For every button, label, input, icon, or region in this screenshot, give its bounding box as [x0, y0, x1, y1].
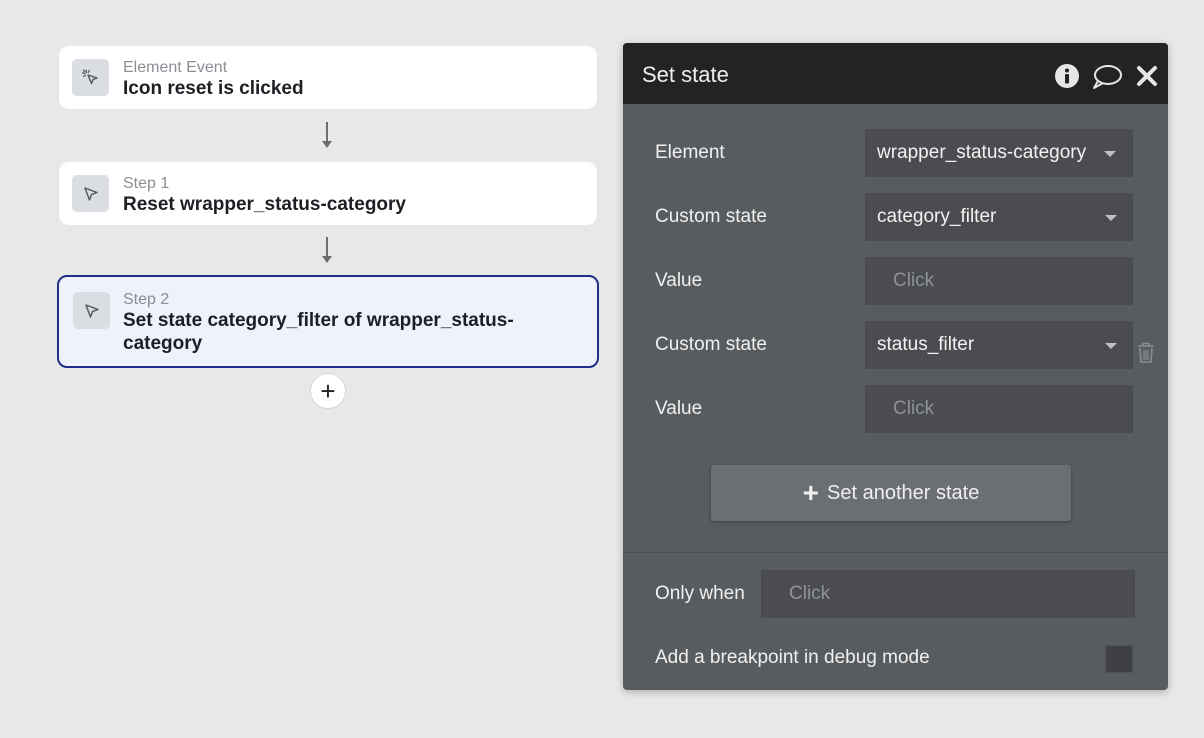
- set-another-state-label: Set another state: [827, 481, 980, 504]
- value-expression-1[interactable]: Click: [865, 257, 1133, 305]
- value-expression-2[interactable]: Click: [865, 385, 1133, 433]
- chevron-down-icon: [1105, 215, 1117, 221]
- set-state-panel: Set state Element wrapper_status-categor…: [623, 43, 1168, 690]
- only-when-expression[interactable]: Click: [761, 570, 1135, 618]
- plus-icon: +: [320, 376, 336, 406]
- step-2-kind-label: Step 2: [123, 291, 170, 308]
- chevron-down-icon: [1104, 151, 1116, 157]
- only-when-label: Only when: [655, 583, 745, 604]
- custom-state-label-1: Custom state: [655, 206, 767, 227]
- element-label: Element: [655, 142, 725, 163]
- event-title: Icon reset is clicked: [123, 78, 304, 99]
- element-dropdown-value: wrapper_status-category: [877, 142, 1087, 163]
- plus-icon: +: [802, 477, 820, 508]
- step-1-title: Reset wrapper_status-category: [123, 194, 406, 215]
- custom-state-dropdown-1-value: category_filter: [877, 206, 997, 227]
- cursor-click-icon: [72, 59, 109, 96]
- element-dropdown[interactable]: wrapper_status-category: [865, 129, 1133, 177]
- comment-icon[interactable]: [1091, 64, 1123, 90]
- breakpoint-checkbox[interactable]: [1105, 645, 1133, 673]
- trash-icon[interactable]: [1136, 341, 1156, 365]
- arrow-down-icon: [322, 122, 332, 148]
- only-when-text: Click: [789, 583, 831, 604]
- add-step-button[interactable]: +: [310, 373, 346, 409]
- event-card[interactable]: Element Event Icon reset is clicked: [59, 46, 597, 109]
- event-kind-label: Element Event: [123, 59, 228, 76]
- custom-state-dropdown-2[interactable]: status_filter: [865, 321, 1133, 369]
- step-1-kind-label: Step 1: [123, 175, 170, 192]
- panel-title: Set state: [642, 62, 729, 87]
- custom-state-dropdown-2-value: status_filter: [877, 334, 975, 355]
- cursor-arrow-icon: [72, 175, 109, 212]
- step-2-title: Set state category_filter of wrapper_sta…: [123, 310, 514, 354]
- panel-header: Set state: [623, 43, 1168, 104]
- step-2-card-selected[interactable]: Step 2 Set state category_filter of wrap…: [57, 275, 599, 368]
- info-icon[interactable]: [1054, 63, 1080, 89]
- value-expression-1-text: Click: [893, 270, 935, 291]
- value-label-1: Value: [655, 270, 703, 291]
- custom-state-label-2: Custom state: [655, 334, 767, 355]
- breakpoint-label: Add a breakpoint in debug mode: [655, 647, 930, 668]
- chevron-down-icon: [1105, 343, 1117, 349]
- divider: [623, 552, 1168, 553]
- set-another-state-button[interactable]: + Set another state: [711, 465, 1071, 521]
- close-icon[interactable]: [1136, 65, 1158, 87]
- value-expression-2-text: Click: [893, 398, 935, 419]
- custom-state-dropdown-1[interactable]: category_filter: [865, 193, 1133, 241]
- arrow-down-icon: [322, 237, 332, 263]
- value-label-2: Value: [655, 398, 703, 419]
- step-1-card[interactable]: Step 1 Reset wrapper_status-category: [59, 162, 597, 225]
- cursor-arrow-icon: [73, 292, 110, 329]
